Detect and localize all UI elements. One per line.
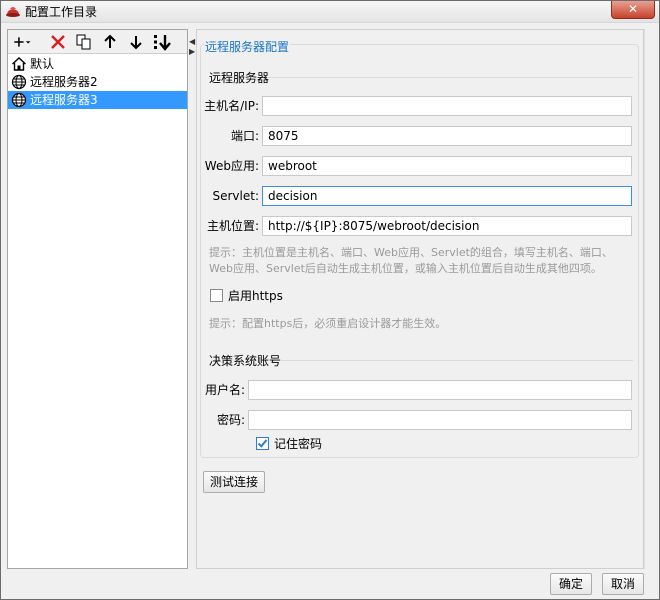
username-input[interactable] (248, 380, 632, 400)
ok-button[interactable]: 确定 (550, 573, 592, 595)
title-bar: 配置工作目录 ✕ (1, 1, 659, 23)
sort-icon[interactable] (152, 32, 172, 52)
host-input[interactable] (262, 96, 632, 116)
config-pane: 远程服务器配置 远程服务器 主机名/IP: 端口: Web应用: Servlet… (196, 29, 644, 569)
dialog-window: 配置工作目录 ✕ 默认 远程服务器2 远程服务器3 ◀ ▶ 远程服务器配置 远程… (0, 0, 660, 600)
location-label: 主机位置: (206, 219, 259, 233)
close-button[interactable]: ✕ (611, 1, 655, 19)
servlet-label: Servlet: (212, 189, 260, 203)
https-checkbox-row[interactable]: 启用https (210, 288, 410, 304)
location-hint-line-2: Web应用、Servlet后自动生成主机位置，或输入主机位置后自动生成其他四项。 (209, 262, 602, 275)
tree-item-remote-2[interactable]: 远程服务器2 (8, 73, 187, 91)
checkmark-icon (257, 439, 268, 448)
delete-icon[interactable] (48, 32, 68, 52)
pane-splitter[interactable]: ◀ ▶ (189, 29, 195, 569)
home-icon (11, 56, 27, 72)
password-input[interactable] (248, 410, 632, 430)
location-hint-line-1: 提示：主机位置是主机名、端口、Web应用、Servlet的组合，填写主机名、端口… (209, 246, 613, 259)
port-label: 端口: (230, 129, 259, 143)
https-checkbox[interactable] (210, 289, 223, 302)
list-toolbar (8, 30, 187, 54)
tree-item-label: 默认 (30, 57, 55, 71)
account-section-label: 决策系统账号 (209, 354, 282, 368)
remember-password-row[interactable]: 记住密码 (256, 436, 456, 452)
tree-item-default[interactable]: 默认 (8, 55, 187, 73)
password-label: 密码: (216, 413, 245, 427)
https-label: 启用https (228, 289, 283, 303)
test-connection-button[interactable]: 测试连接 (203, 471, 265, 493)
host-label: 主机名/IP: (204, 99, 259, 113)
panel-title: 远程服务器配置 (204, 38, 291, 55)
globe-icon (11, 92, 27, 108)
username-label: 用户名: (204, 383, 245, 397)
remember-password-checkbox[interactable] (256, 437, 269, 450)
section-divider (281, 360, 633, 361)
move-down-icon[interactable] (126, 32, 146, 52)
add-icon[interactable] (12, 32, 38, 52)
tree-item-remote-3[interactable]: 远程服务器3 (8, 91, 187, 109)
app-logo-icon (5, 4, 21, 20)
servlet-input[interactable] (262, 186, 632, 206)
copy-icon[interactable] (74, 32, 94, 52)
https-hint: 提示：配置https后，必须重启设计器才能生效。 (209, 317, 447, 330)
collapse-left-icon[interactable]: ◀ (189, 37, 195, 46)
window-title: 配置工作目录 (25, 5, 98, 19)
move-up-icon[interactable] (100, 32, 120, 52)
port-input[interactable] (262, 126, 632, 146)
section-divider (267, 77, 633, 78)
location-input[interactable] (262, 216, 632, 236)
directory-tree: 默认 远程服务器2 远程服务器3 (8, 55, 187, 109)
tree-item-label: 远程服务器2 (30, 75, 98, 89)
remember-password-label: 记住密码 (274, 437, 323, 451)
dialog-footer: 确定 取消 (1, 570, 659, 599)
expand-right-icon[interactable]: ▶ (189, 47, 195, 56)
webapp-label: Web应用: (204, 159, 259, 173)
cancel-button[interactable]: 取消 (602, 573, 644, 595)
globe-icon (11, 74, 27, 90)
vertical-scrollbar[interactable] (644, 29, 654, 569)
directory-list-pane: 默认 远程服务器2 远程服务器3 (7, 29, 188, 569)
server-section-label: 远程服务器 (209, 71, 270, 85)
webapp-input[interactable] (262, 156, 632, 176)
tree-item-label: 远程服务器3 (30, 93, 98, 107)
